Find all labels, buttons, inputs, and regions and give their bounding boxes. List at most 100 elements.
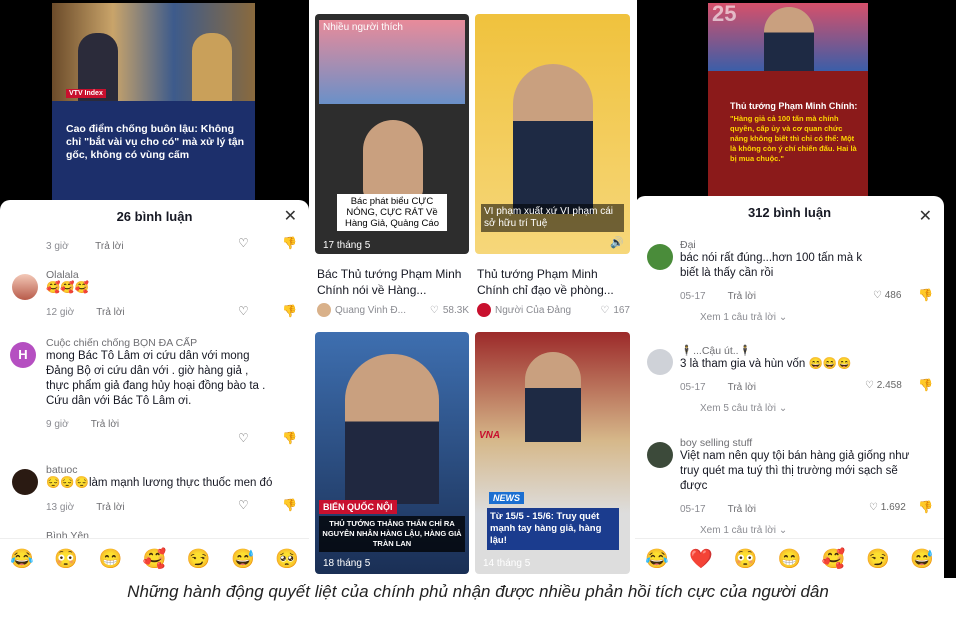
reply-link[interactable]: Trả lời [96,307,124,318]
comment-username[interactable]: batuoc [46,464,296,476]
dislike-icon[interactable]: 👎 [282,304,297,318]
panel-title: 26 bình luận [116,209,193,224]
video-date: 18 tháng 5 [323,558,371,569]
comment-text: mong Bác Tô Lâm ơi cứu dân với mong Đảng… [46,350,266,407]
video-card-thumbnail[interactable]: BIẾN QUỐC NỘI THỦ TƯỚNG THẲNG THẮN CHỈ R… [315,332,469,574]
avatar[interactable] [647,244,673,270]
avatar[interactable]: H [10,342,36,368]
like-group[interactable]: ♡ 2.458 [865,380,902,391]
emoji-smirk-icon[interactable]: 😏 [866,547,890,571]
video-card-thumbnail[interactable]: Nhiều người thích Bác phát biểu CỰC NÓNG… [315,14,469,254]
close-icon[interactable]: ✕ [919,206,932,226]
dislike-icon[interactable]: 👎 [918,288,933,302]
like-count: 1.692 [880,502,906,513]
heart-icon[interactable]: ♡ [238,498,249,512]
speaker-figure [764,7,814,71]
heart-icon[interactable]: ♡ [238,236,249,250]
emoji-shocked-icon[interactable]: 😳 [54,547,78,571]
emoji-shocked-icon[interactable]: 😳 [734,547,758,571]
comment-username[interactable]: Cuộc chiến chống BỌN ĐA CẤP [46,337,286,349]
like-group[interactable]: ♡ 1.692 [869,502,906,513]
video-title[interactable]: Bác Thủ tướng Phạm Minh Chính nói về Hàn… [317,266,469,298]
heart-icon: ♡ [873,290,882,301]
avatar[interactable] [12,274,38,300]
reply-link[interactable]: Trả lời [91,419,119,430]
emoji-laugh-icon[interactable]: 😂 [645,547,669,571]
emoji-love-icon[interactable]: 🥰 [143,547,167,571]
quote-thumbnail[interactable]: 25 Thủ tướng Phạm Minh Chính: "Hàng giả … [708,3,868,196]
reply-link[interactable]: Trả lời [728,504,756,515]
emoji-laugh-icon[interactable]: 😂 [10,547,34,571]
avatar[interactable] [647,349,673,375]
like-count: 58.3K [442,304,469,316]
dislike-icon[interactable]: 👎 [282,431,297,445]
video-title[interactable]: Thủ tướng Phạm Minh Chính chỉ đạo về phò… [477,266,630,298]
author-avatar[interactable] [317,303,331,317]
dislike-icon[interactable]: 👎 [282,498,297,512]
comment-row: batuoc 😔😔😔làm mạnh lương thực thuốc men … [46,464,296,515]
anchor-right [192,33,232,101]
reply-link[interactable]: Trả lời [96,502,124,513]
heart-icon[interactable]: ♡ [238,431,249,445]
emoji-sweat-icon[interactable]: 😅 [231,547,255,571]
author-name[interactable]: Quang Vinh Đ... [335,305,406,316]
dislike-icon[interactable]: 👎 [918,378,933,392]
emoji-heart-icon[interactable]: ❤️ [689,547,713,571]
overlay-caption: Từ 15/5 - 15/6: Truy quét mạnh tay hàng … [487,508,619,550]
avatar[interactable] [12,469,38,495]
dislike-icon[interactable]: 👎 [918,500,933,514]
like-group[interactable]: ♡ 486 [873,290,901,301]
emoji-love-icon[interactable]: 🥰 [822,547,846,571]
video-date: 14 tháng 5 [483,558,531,569]
news-banner: BIẾN QUỐC NỘI [319,500,397,514]
author-name[interactable]: Người Của Đảng [495,305,571,316]
view-replies-link[interactable]: Xem 1 câu trả lời [700,312,776,323]
overlay-caption: Bác phát biểu CỰC NÓNG, CỰC RÁT Về Hàng … [337,194,447,231]
comment-username[interactable]: boy selling stuff [680,437,930,449]
heart-icon[interactable]: ♡ [238,304,249,318]
news-banner: NEWS [489,492,524,504]
view-replies-link[interactable]: Xem 1 câu trả lời [700,525,776,536]
comment-text: 🥰🥰🥰 [46,282,89,294]
author-avatar[interactable] [477,303,491,317]
comment-username[interactable]: Đại [680,239,920,251]
emoji-bar: 😂 😳 😁 🥰 😏 😅 🥺 [0,538,309,578]
emoji-pleading-icon[interactable]: 🥺 [275,547,299,571]
emoji-bar: 😂 ❤️ 😳 😁 🥰 😏 😅 [635,538,944,578]
chevron-down-icon: ⌄ [778,312,788,323]
comment-username[interactable]: 🕴...Cậu út..🕴 [680,344,920,357]
reply-link[interactable]: Trả lời [728,382,756,393]
speaker-figure [513,64,593,214]
comment-row: 3 giờ Trả lời [46,236,296,254]
heart-icon: ♡ [865,380,874,391]
news-thumbnail[interactable]: VTV Index Cao điểm chống buôn lậu: Không… [52,3,255,200]
chevron-down-icon: ⌄ [778,525,788,536]
emoji-sweat-icon[interactable]: 😅 [910,547,934,571]
like-count: 486 [884,290,902,301]
quote-heading: Thủ tướng Phạm Minh Chính: [730,101,858,111]
comment-text: 3 là tham gia và hùn vốn 😄😄😄 [680,358,852,370]
heart-icon: ♡ [429,304,439,316]
emoji-grin-icon[interactable]: 😁 [99,547,123,571]
comment-row: 🕴...Cậu út..🕴 3 là tham gia và hùn vốn 😄… [680,344,920,414]
panel-title: 312 bình luận [747,205,832,220]
view-replies-link[interactable]: Xem 5 câu trả lời [700,403,776,414]
comment-time: 05-17 [680,382,706,393]
video-meta: Quang Vinh Đ... ♡ 58.3K [317,303,469,317]
comment-username[interactable]: Olalala [46,269,276,281]
emoji-smirk-icon[interactable]: 😏 [187,547,211,571]
avatar[interactable] [647,442,673,468]
video-grid: Nhiều người thích Bác phát biểu CỰC NÓNG… [309,0,637,578]
close-icon[interactable]: ✕ [284,206,297,226]
video-card-thumbnail[interactable]: VI phạm xuất xứ VI phạm cái sở hữu trí T… [475,14,630,254]
emoji-grin-icon[interactable]: 😁 [778,547,802,571]
comment-text: 😔😔😔làm mạnh lương thực thuốc men đó [46,477,273,489]
video-card-thumbnail[interactable]: VNA NEWS Từ 15/5 - 15/6: Truy quét mạnh … [475,332,630,574]
volume-icon[interactable]: 🔊 [610,236,624,249]
reply-link[interactable]: Trả lời [95,241,123,252]
reply-link[interactable]: Trả lời [728,291,756,302]
vna-logo: VNA [479,430,501,441]
collage: VTV Index Cao điểm chống buôn lậu: Không… [0,0,956,578]
comment-text: Việt nam nên quy tội bán hàng giả giống … [680,450,910,492]
dislike-icon[interactable]: 👎 [282,236,297,250]
